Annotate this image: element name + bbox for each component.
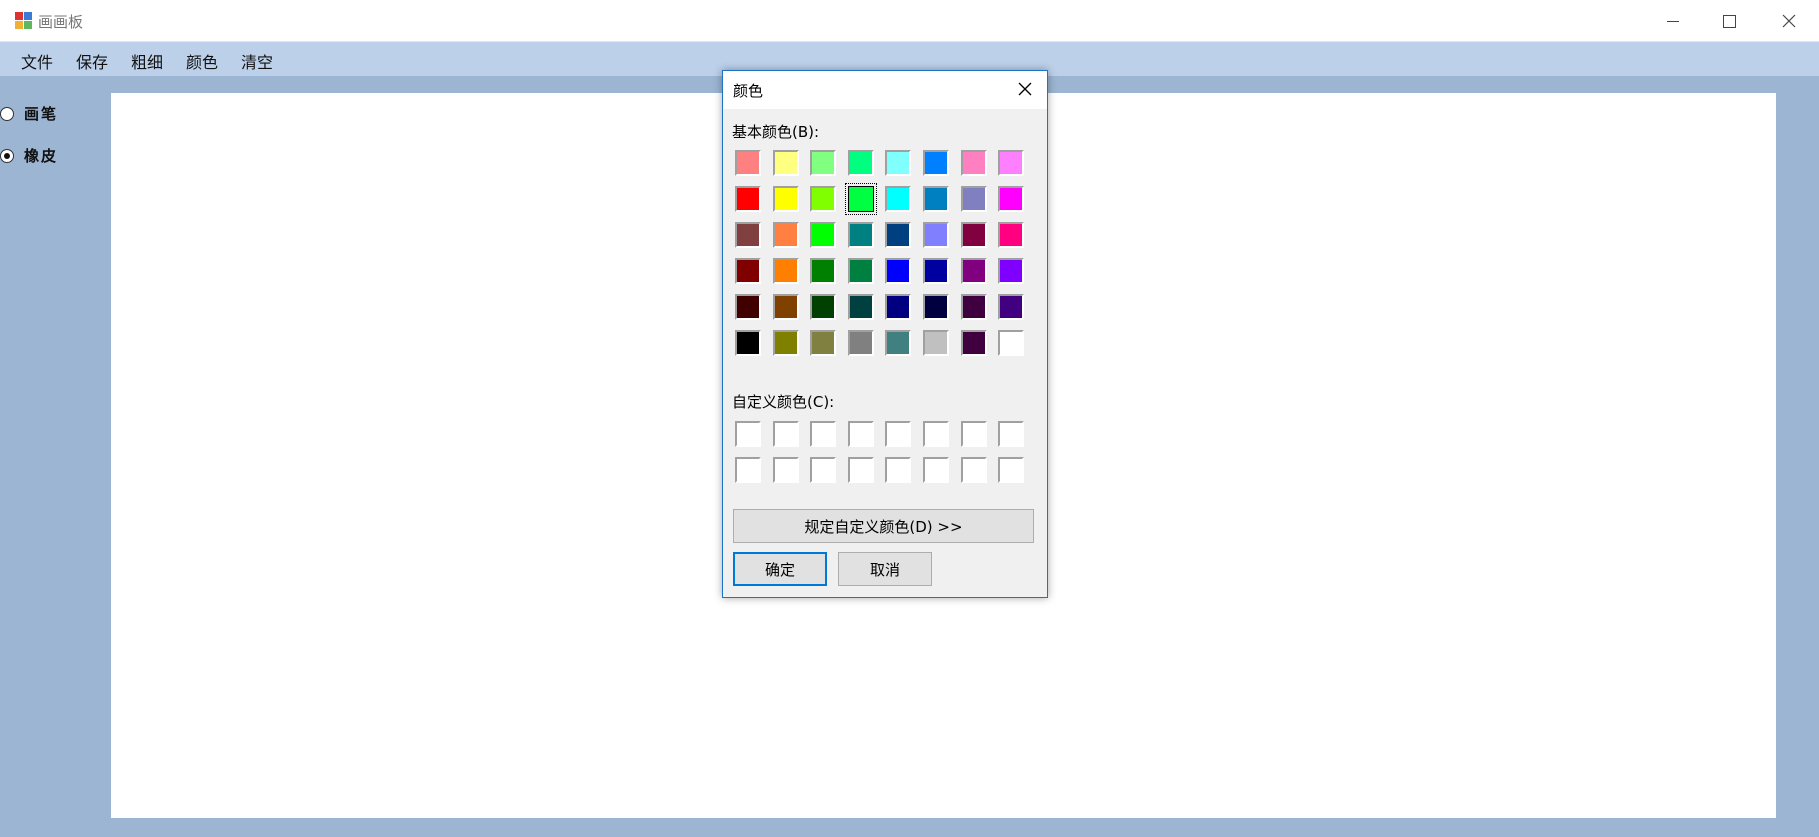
basic-color-swatch-33[interactable] — [772, 294, 799, 320]
custom-color-swatch-11[interactable] — [847, 457, 874, 483]
basic-color-swatch-46[interactable] — [960, 330, 987, 356]
basic-color-swatch-10[interactable] — [810, 186, 837, 212]
basic-color-swatch-29[interactable] — [923, 258, 949, 284]
basic-color-swatch-16[interactable] — [735, 222, 761, 248]
custom-color-swatch-12[interactable] — [885, 457, 912, 483]
custom-color-swatch-14[interactable] — [960, 457, 987, 483]
menu-clear[interactable]: 清空 — [241, 49, 273, 73]
basic-color-swatch-43[interactable] — [847, 330, 874, 356]
custom-color-swatch-15[interactable] — [998, 457, 1025, 483]
basic-color-swatch-12[interactable] — [885, 186, 912, 212]
custom-color-swatch-2[interactable] — [810, 421, 837, 447]
eraser-tool-option[interactable]: 橡皮 — [0, 145, 58, 166]
close-icon — [1782, 14, 1796, 28]
basic-color-swatch-25[interactable] — [772, 258, 799, 284]
basic-color-swatch-27[interactable] — [847, 258, 874, 284]
basic-color-swatch-38[interactable] — [960, 294, 987, 320]
menu-color[interactable]: 颜色 — [186, 49, 218, 73]
basic-color-swatch-8[interactable] — [735, 186, 761, 212]
custom-color-swatch-3[interactable] — [847, 421, 874, 447]
basic-color-swatch-26[interactable] — [810, 258, 837, 284]
close-button[interactable] — [1760, 0, 1818, 42]
minimize-button[interactable] — [1644, 0, 1702, 42]
eraser-label: 橡皮 — [24, 147, 59, 165]
basic-color-swatch-39[interactable] — [998, 294, 1025, 320]
basic-color-swatch-30[interactable] — [960, 258, 987, 284]
maximize-button[interactable] — [1700, 0, 1758, 42]
custom-color-swatch-5[interactable] — [923, 421, 949, 447]
menu-file[interactable]: 文件 — [21, 49, 53, 73]
pen-radio[interactable] — [0, 106, 14, 121]
basic-color-swatch-32[interactable] — [735, 294, 761, 320]
basic-color-swatch-5[interactable] — [923, 150, 949, 176]
basic-color-swatch-34[interactable] — [810, 294, 837, 320]
basic-color-swatch-11[interactable] — [844, 183, 877, 215]
basic-color-swatch-24[interactable] — [735, 258, 761, 284]
eraser-radio[interactable] — [0, 148, 14, 163]
define-custom-colors-button[interactable]: 规定自定义颜色(D) >> — [733, 509, 1034, 543]
minimize-icon — [1667, 20, 1679, 22]
dialog-title-bar: 颜色 — [723, 71, 1047, 109]
cancel-button[interactable]: 取消 — [838, 552, 932, 586]
basic-color-swatch-31[interactable] — [998, 258, 1025, 284]
menu-thickness[interactable]: 粗细 — [131, 49, 163, 73]
basic-color-swatch-13[interactable] — [923, 186, 949, 212]
basic-color-swatch-3[interactable] — [847, 150, 874, 176]
basic-color-swatch-44[interactable] — [885, 330, 912, 356]
dialog-title: 颜色 — [733, 82, 764, 100]
color-dialog: 颜色 基本颜色(B): 自定义颜色(C): 规定自定义颜色(D) >> 确定 取… — [722, 70, 1048, 598]
maximize-icon — [1722, 14, 1736, 28]
basic-color-swatch-1[interactable] — [772, 150, 799, 176]
basic-color-swatch-23[interactable] — [998, 222, 1025, 248]
basic-color-swatch-15[interactable] — [998, 186, 1025, 212]
custom-color-swatch-10[interactable] — [810, 457, 837, 483]
basic-color-swatch-22[interactable] — [960, 222, 987, 248]
custom-colors-label: 自定义颜色(C): — [732, 393, 835, 411]
window-title: 画画板 — [38, 13, 84, 31]
dialog-close-button[interactable] — [1013, 77, 1037, 101]
custom-color-swatch-1[interactable] — [772, 421, 799, 447]
basic-color-swatch-28[interactable] — [885, 258, 912, 284]
custom-color-swatch-0[interactable] — [735, 421, 761, 447]
basic-color-swatch-18[interactable] — [810, 222, 837, 248]
basic-color-swatch-20[interactable] — [885, 222, 912, 248]
basic-color-swatch-47[interactable] — [998, 330, 1025, 356]
basic-color-swatch-0[interactable] — [735, 150, 761, 176]
menu-save[interactable]: 保存 — [76, 49, 108, 73]
basic-color-swatch-42[interactable] — [810, 330, 837, 356]
custom-color-swatch-8[interactable] — [735, 457, 761, 483]
basic-color-swatch-19[interactable] — [847, 222, 874, 248]
custom-color-swatch-13[interactable] — [923, 457, 949, 483]
basic-color-swatch-45[interactable] — [923, 330, 949, 356]
basic-color-swatch-35[interactable] — [847, 294, 874, 320]
basic-color-swatch-14[interactable] — [960, 186, 987, 212]
ok-button[interactable]: 确定 — [733, 552, 827, 586]
pen-tool-option[interactable]: 画笔 — [0, 103, 58, 124]
basic-color-swatch-41[interactable] — [772, 330, 799, 356]
basic-color-swatch-9[interactable] — [772, 186, 799, 212]
basic-color-swatch-36[interactable] — [885, 294, 912, 320]
close-icon — [1018, 82, 1032, 96]
basic-color-swatch-37[interactable] — [923, 294, 949, 320]
custom-color-swatch-6[interactable] — [960, 421, 987, 447]
title-bar: 画画板 — [0, 0, 1819, 42]
custom-color-swatch-9[interactable] — [772, 457, 799, 483]
basic-color-swatch-2[interactable] — [810, 150, 837, 176]
basic-color-swatch-40[interactable] — [735, 330, 761, 356]
pen-label: 画笔 — [24, 105, 59, 123]
basic-colors-label: 基本颜色(B): — [732, 123, 820, 141]
custom-color-swatch-4[interactable] — [885, 421, 912, 447]
basic-color-swatch-6[interactable] — [960, 150, 987, 176]
basic-color-swatch-4[interactable] — [885, 150, 912, 176]
custom-color-swatch-7[interactable] — [998, 421, 1025, 447]
basic-color-swatch-21[interactable] — [923, 222, 949, 248]
app-icon — [15, 12, 33, 30]
basic-color-swatch-7[interactable] — [998, 150, 1025, 176]
basic-color-swatch-17[interactable] — [772, 222, 799, 248]
